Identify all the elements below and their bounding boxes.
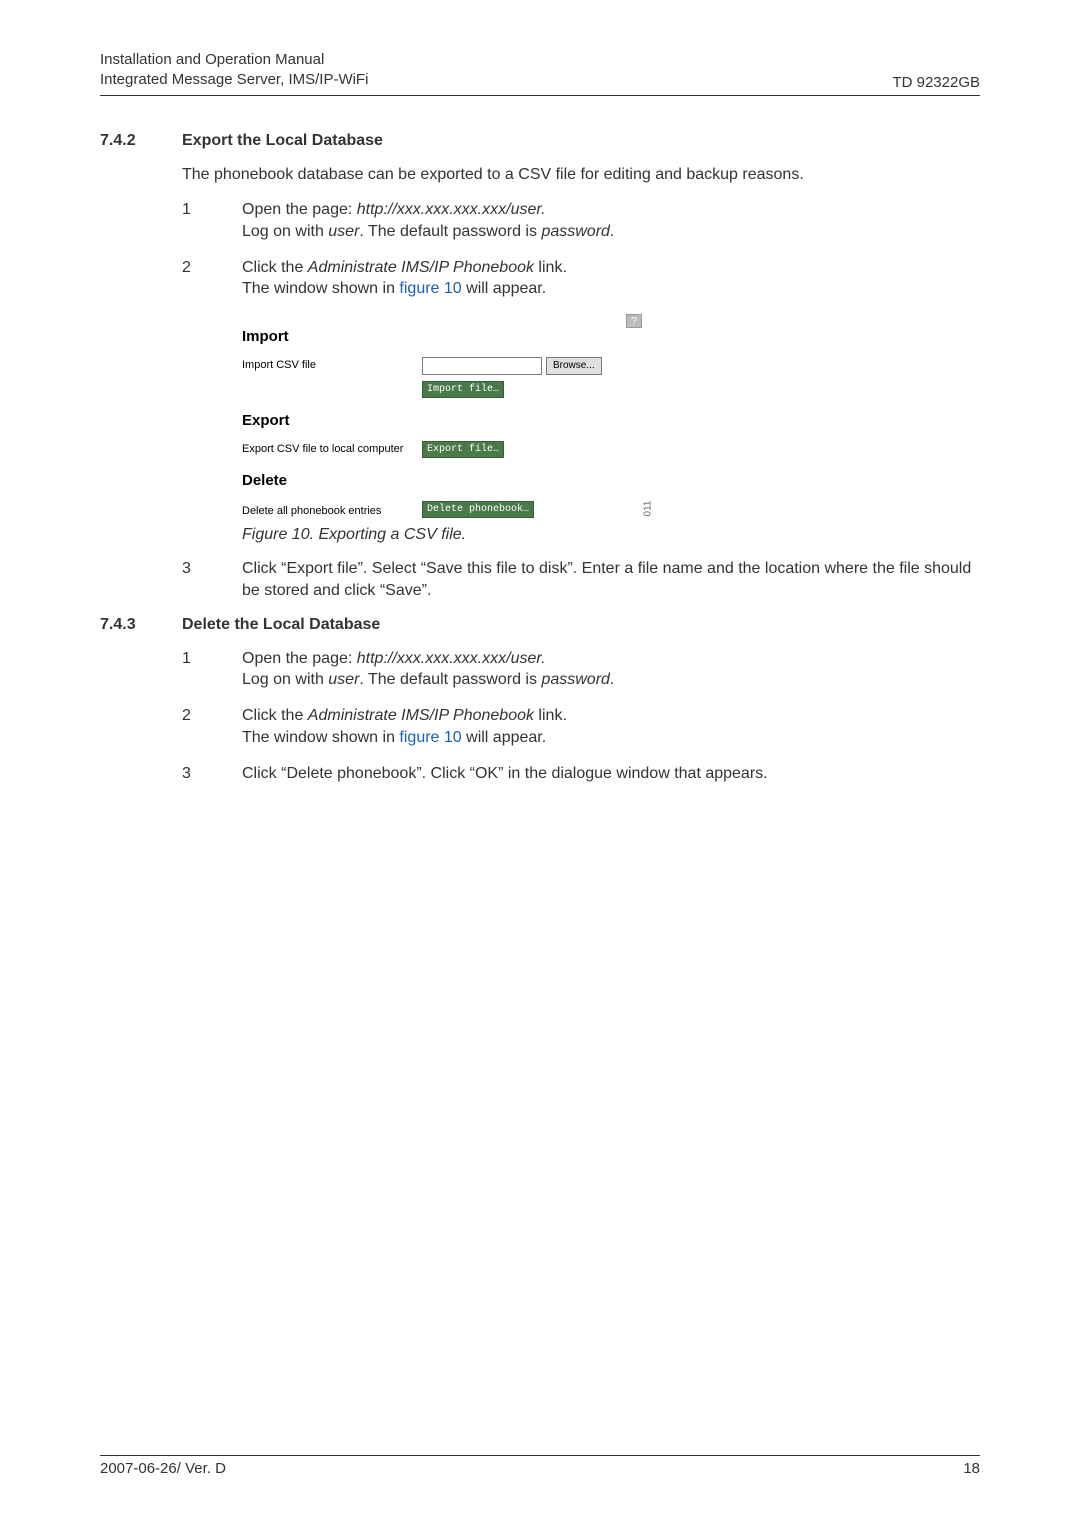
- text-frag: .: [610, 671, 614, 688]
- fig-export-label: Export CSV file to local computer: [242, 441, 422, 455]
- step-num: 2: [182, 705, 242, 749]
- figure-10: Import ? Import CSV file Browse... Impor…: [242, 314, 980, 544]
- page-header: Installation and Operation Manual Integr…: [100, 50, 980, 96]
- figure-10-caption: Figure 10. Exporting a CSV file.: [242, 526, 980, 544]
- footer-page-number: 18: [963, 1460, 980, 1477]
- text-frag: . The default password is: [359, 223, 541, 240]
- step-742-3: 3 Click “Export file”. Select “Save this…: [182, 558, 980, 602]
- footer-left: 2007-06-26/ Ver. D: [100, 1460, 226, 1477]
- text-frag: Open the page:: [242, 201, 357, 218]
- section-742-title: Export the Local Database: [182, 132, 383, 150]
- step-742-2: 2 Click the Administrate IMS/IP Phoneboo…: [182, 257, 980, 301]
- fig-import-heading: Import: [242, 328, 289, 345]
- password-text: password: [541, 223, 609, 240]
- step-num: 3: [182, 763, 242, 785]
- step-text: Click “Delete phonebook”. Click “OK” in …: [242, 763, 980, 785]
- delete-phonebook-button[interactable]: Delete phonebook…: [422, 501, 534, 518]
- export-file-button[interactable]: Export file…: [422, 441, 504, 458]
- step-743-2: 2 Click the Administrate IMS/IP Phoneboo…: [182, 705, 980, 749]
- fig-export-heading: Export: [242, 412, 652, 429]
- text-frag: The window shown in: [242, 729, 399, 746]
- step-743-3: 3 Click “Delete phonebook”. Click “OK” i…: [182, 763, 980, 785]
- fig-delete-label: Delete all phonebook entries: [242, 503, 422, 517]
- import-file-button[interactable]: Import file…: [422, 381, 504, 398]
- section-743-heading: 7.4.3 Delete the Local Database: [100, 616, 980, 634]
- text-frag: Log on with: [242, 671, 328, 688]
- help-icon[interactable]: ?: [626, 314, 642, 328]
- section-743-number: 7.4.3: [100, 616, 182, 634]
- text-frag: Click the: [242, 259, 308, 276]
- page-footer: 2007-06-26/ Ver. D 18: [100, 1455, 980, 1477]
- text-frag: will appear.: [462, 729, 547, 746]
- text-frag: .: [610, 223, 614, 240]
- browse-button[interactable]: Browse...: [546, 357, 602, 375]
- user-text: user: [328, 223, 359, 240]
- text-frag: . The default password is: [359, 671, 541, 688]
- fig-side-note: 011: [643, 501, 654, 517]
- step-742-1: 1 Open the page: http://xxx.xxx.xxx.xxx/…: [182, 199, 980, 243]
- header-left: Installation and Operation Manual Integr…: [100, 50, 368, 91]
- header-right: TD 92322GB: [892, 74, 980, 91]
- text-frag: link.: [534, 707, 567, 724]
- step-num: 2: [182, 257, 242, 301]
- header-line2: Integrated Message Server, IMS/IP-WiFi: [100, 70, 368, 90]
- import-csv-input[interactable]: [422, 357, 542, 375]
- text-frag: Click the: [242, 707, 308, 724]
- user-text: user: [328, 671, 359, 688]
- password-text: password: [541, 671, 609, 688]
- text-frag: link.: [534, 259, 567, 276]
- section-742-number: 7.4.2: [100, 132, 182, 150]
- figure-ref-link[interactable]: figure 10: [399, 729, 461, 746]
- fig-delete-heading: Delete: [242, 472, 652, 489]
- text-frag: The window shown in: [242, 280, 399, 297]
- admin-link-text: Administrate IMS/IP Phonebook: [308, 707, 534, 724]
- step-743-1: 1 Open the page: http://xxx.xxx.xxx.xxx/…: [182, 648, 980, 692]
- admin-link-text: Administrate IMS/IP Phonebook: [308, 259, 534, 276]
- text-frag: Open the page:: [242, 650, 357, 667]
- step-text: Click the Administrate IMS/IP Phonebook …: [242, 257, 980, 301]
- section-743-title: Delete the Local Database: [182, 616, 380, 634]
- step-num: 1: [182, 199, 242, 243]
- figure-ref-link[interactable]: figure 10: [399, 280, 461, 297]
- section-742-heading: 7.4.2 Export the Local Database: [100, 132, 980, 150]
- section-742-intro: The phonebook database can be exported t…: [182, 164, 980, 186]
- step-num: 1: [182, 648, 242, 692]
- text-frag: Log on with: [242, 223, 328, 240]
- url-text: http://xxx.xxx.xxx.xxx/user.: [357, 201, 546, 218]
- step-text: Open the page: http://xxx.xxx.xxx.xxx/us…: [242, 648, 980, 692]
- step-num: 3: [182, 558, 242, 602]
- header-line1: Installation and Operation Manual: [100, 50, 368, 70]
- step-text: Click the Administrate IMS/IP Phonebook …: [242, 705, 980, 749]
- step-text: Open the page: http://xxx.xxx.xxx.xxx/us…: [242, 199, 980, 243]
- url-text: http://xxx.xxx.xxx.xxx/user.: [357, 650, 546, 667]
- fig-import-label: Import CSV file: [242, 357, 422, 371]
- text-frag: will appear.: [462, 280, 547, 297]
- step-text: Click “Export file”. Select “Save this f…: [242, 558, 980, 602]
